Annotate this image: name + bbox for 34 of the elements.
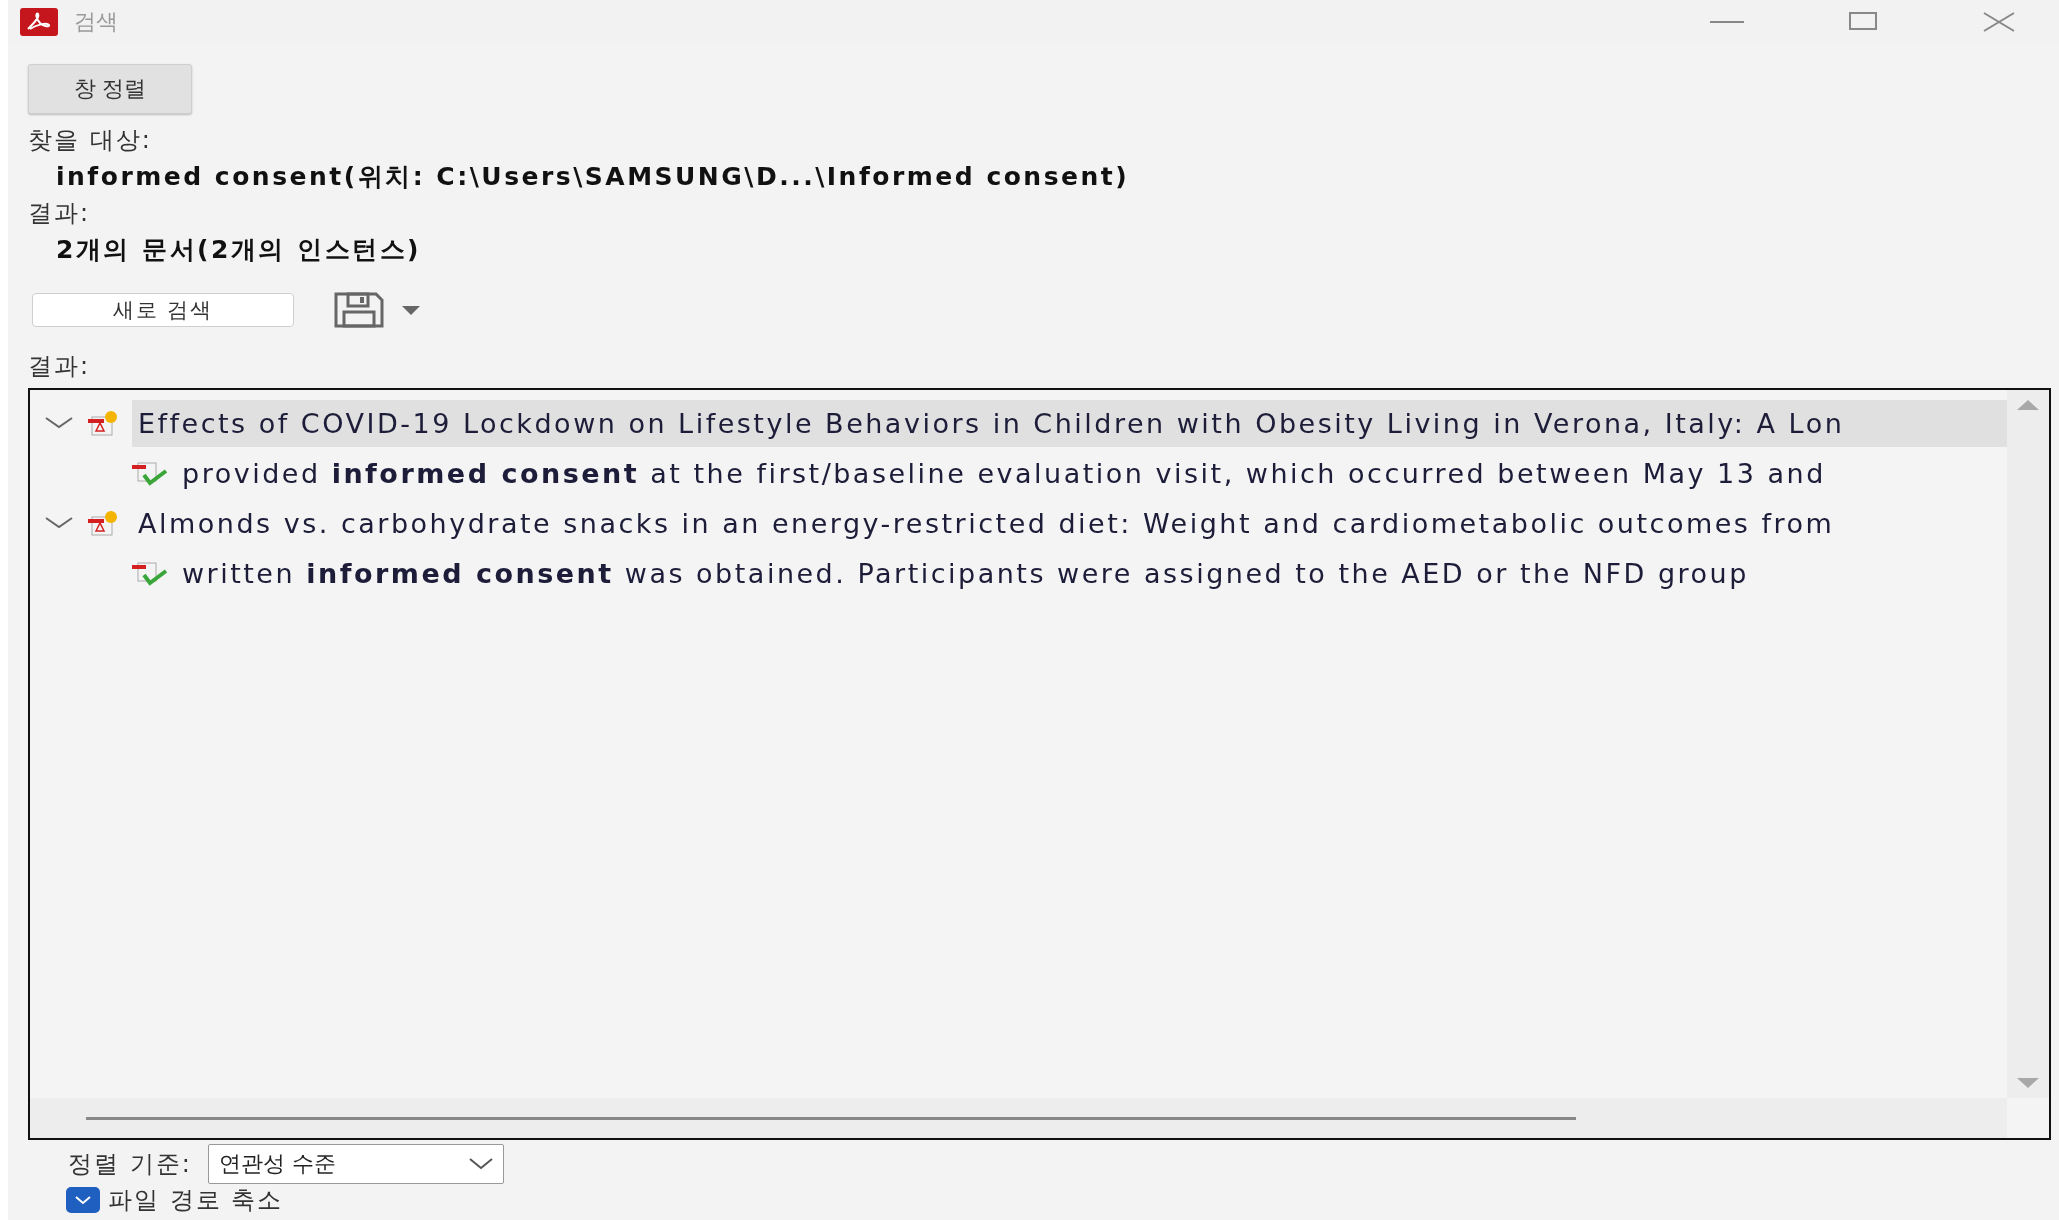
document-title[interactable]: Almonds vs. carbohydrate snacks in an energy-restricted diet: Weight and cardiometabolic outcomes from bbox=[132, 499, 2007, 547]
search-hit-text[interactable]: provided informed consent at the first/baseline evaluation visit, which occurred between May 13 and bbox=[182, 457, 1826, 489]
expand-caret-icon[interactable] bbox=[44, 415, 74, 431]
vertical-scrollbar[interactable] bbox=[2007, 390, 2049, 1098]
summary-label: 결과: bbox=[28, 198, 91, 229]
checkmark-icon bbox=[74, 1195, 92, 1205]
save-button[interactable] bbox=[334, 292, 420, 328]
checkbox[interactable] bbox=[66, 1187, 100, 1213]
search-hit-text[interactable]: written informed consent was obtained. Participants were assigned to the AED or the NFD group bbox=[182, 557, 1749, 589]
search-hit-icon bbox=[130, 459, 170, 487]
results-label: 결과: bbox=[28, 351, 92, 382]
pdf-document-icon bbox=[86, 509, 120, 537]
caret-icon bbox=[402, 305, 420, 315]
search-hit-icon bbox=[130, 559, 170, 587]
minimize-icon bbox=[1710, 20, 1744, 24]
scroll-up-icon[interactable] bbox=[2017, 400, 2039, 410]
search-query: informed consent(위치: C:\Users\SAMSUNG\D...\Informed consent) bbox=[56, 161, 1130, 193]
arrange-windows-button[interactable]: 창 정렬 bbox=[28, 64, 192, 114]
sort-label: 정렬 기준: bbox=[68, 1149, 192, 1180]
close-icon bbox=[1982, 12, 2016, 32]
scroll-down-icon[interactable] bbox=[2017, 1078, 2039, 1088]
pdf-document-icon bbox=[86, 409, 120, 437]
maximize-icon bbox=[1849, 12, 1877, 32]
chevron-down-icon bbox=[468, 1158, 493, 1170]
horizontal-scrollbar[interactable] bbox=[30, 1098, 2007, 1138]
search-for-label: 찾을 대상: bbox=[28, 125, 152, 156]
sort-dropdown[interactable]: 연관성 수준 bbox=[207, 1144, 504, 1184]
expand-caret-icon[interactable] bbox=[44, 515, 74, 531]
results-count: 2개의 문서(2개의 인스턴스) bbox=[56, 234, 422, 266]
checkbox-label: 파일 경로 축소 bbox=[108, 1185, 284, 1216]
window-title: 검색 bbox=[74, 8, 119, 36]
document-title[interactable]: Effects of COVID-19 Lockdown on Lifestyle Behaviors in Children with Obesity Living in Verona, Italy: A Lon bbox=[132, 399, 2007, 447]
app-logo-icon bbox=[20, 8, 58, 36]
new-search-button[interactable]: 새로 검색 bbox=[32, 293, 294, 327]
